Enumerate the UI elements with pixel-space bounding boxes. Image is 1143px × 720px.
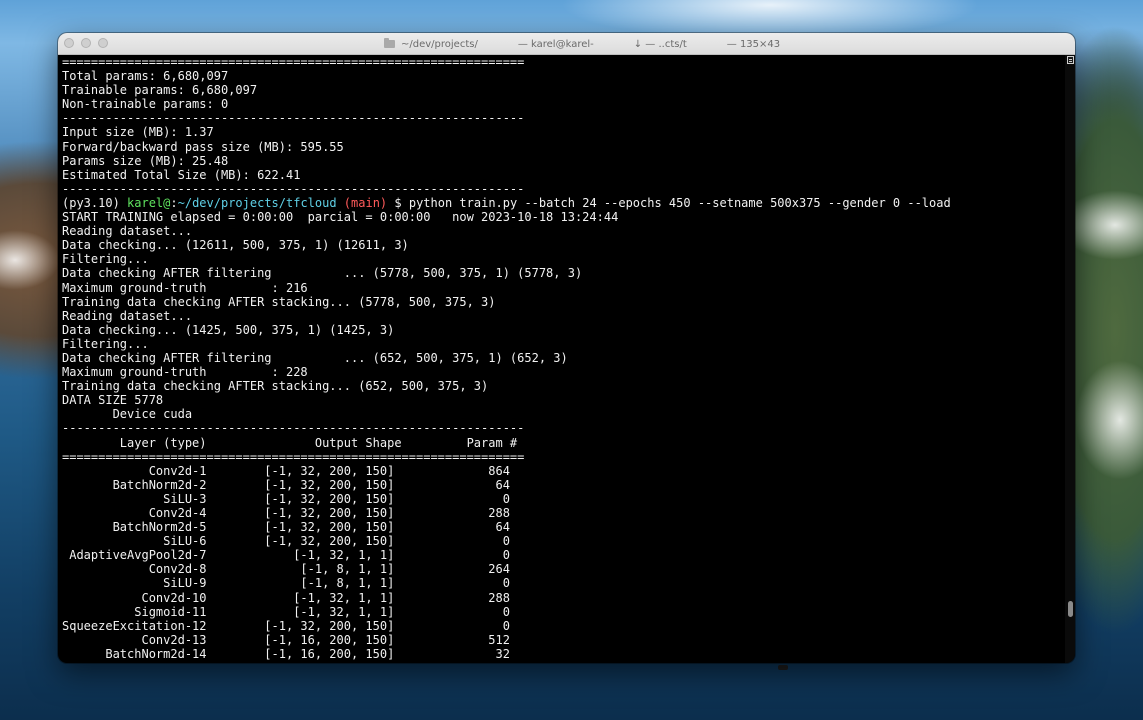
terminal-line: Layer (type) Output Shape Param #: [62, 435, 518, 450]
terminal-line: Filtering...: [62, 252, 149, 267]
prompt-branch: (main): [336, 195, 388, 210]
terminal-line: SiLU-6 [-1, 32, 200, 150] 0: [62, 534, 510, 549]
terminal-line: Trainable params: 6,680,097: [62, 83, 258, 98]
terminal-line: SqueezeExcitation-12 [-1, 32, 200, 150] …: [62, 618, 510, 633]
terminal-line: AdaptiveAvgPool2d-7 [-1, 32, 1, 1] 0: [62, 548, 510, 563]
terminal-line: BatchNorm2d-5 [-1, 32, 200, 150] 64: [62, 520, 510, 535]
desktop: { "window": { "title_dir": "~/dev/projec…: [0, 0, 1143, 720]
terminal-line: Data checking AFTER filtering ... (652, …: [62, 350, 568, 365]
terminal-line: ========================================…: [62, 449, 525, 464]
title-path: ↓ — ..cts/t: [633, 38, 687, 50]
terminal-line: Conv2d-13 [-1, 16, 200, 150] 512: [62, 632, 510, 647]
terminal-line: Conv2d-10 [-1, 32, 1, 1] 288: [62, 590, 510, 605]
terminal-line: Conv2d-1 [-1, 32, 200, 150] 864: [62, 463, 510, 478]
title-bar[interactable]: ~/dev/projects/ — karel@karel- ↓ — ..cts…: [58, 33, 1075, 55]
terminal-line: Data checking AFTER filtering ... (5778,…: [62, 266, 583, 281]
terminal-line: Maximum ground-truth : 216: [62, 280, 308, 295]
terminal-line: Forward/backward pass size (MB): 595.55: [62, 139, 344, 154]
terminal-line: BatchNorm2d-14 [-1, 16, 200, 150] 32: [62, 646, 510, 661]
minimize-button[interactable]: [81, 38, 91, 48]
close-button[interactable]: [64, 38, 74, 48]
terminal-line: Data checking... (1425, 500, 375, 1) (14…: [62, 322, 395, 337]
terminal-line: ----------------------------------------…: [62, 111, 525, 126]
title-user: — karel@karel-: [517, 38, 594, 50]
window-controls: [64, 38, 108, 48]
prompt-env: (py3.10): [62, 195, 128, 210]
terminal-line: Reading dataset...: [62, 308, 193, 323]
wallpaper-cloud: [1075, 360, 1143, 480]
menu-lines-icon[interactable]: [1067, 56, 1074, 64]
terminal-line: Estimated Total Size (MB): 622.41: [62, 167, 301, 182]
terminal-line: Conv2d-4 [-1, 32, 200, 150] 288: [62, 506, 510, 520]
terminal-line: SiLU-3 [-1, 32, 200, 150] 0: [62, 491, 510, 506]
vertical-scrollbar[interactable]: [1065, 55, 1075, 663]
folder-icon: [384, 38, 395, 48]
terminal-line: Training data checking AFTER stacking...…: [62, 379, 489, 394]
terminal-line: Params size (MB): 25.48: [62, 153, 229, 168]
title-size: — 135×43: [726, 38, 781, 50]
terminal-line: Sigmoid-11 [-1, 32, 1, 1] 0: [62, 604, 510, 619]
terminal-line: Conv2d-8 [-1, 8, 1, 1] 264: [62, 562, 510, 577]
terminal-line: Device cuda: [62, 407, 193, 422]
terminal-line: Maximum ground-truth : 228: [62, 365, 308, 380]
scroll-thumb[interactable]: [1068, 601, 1073, 617]
prompt-separator: :: [170, 195, 178, 210]
wallpaper-boat: [778, 665, 788, 670]
terminal-line: SiLU-9 [-1, 8, 1, 1] 0: [62, 576, 510, 591]
terminal-line: Filtering...: [62, 336, 149, 351]
terminal-line: BatchNorm2d-2 [-1, 32, 200, 150] 64: [62, 477, 510, 492]
terminal-line: Input size (MB): 1.37: [62, 125, 214, 140]
terminal-line: ----------------------------------------…: [62, 421, 525, 436]
terminal-window[interactable]: ~/dev/projects/ — karel@karel- ↓ — ..cts…: [58, 33, 1075, 663]
shell-prompt-line: (py3.10) karel@:~/dev/projects/tfcloud (…: [62, 196, 1065, 210]
wallpaper-cloud: [0, 230, 60, 290]
prompt-command: python train.py --batch 24 --epochs 450 …: [408, 195, 951, 210]
prompt-user: karel@: [127, 195, 171, 210]
title-directory: ~/dev/projects/: [401, 38, 478, 50]
terminal-line: DATA SIZE 5778: [62, 393, 164, 408]
terminal-line: Training data checking AFTER stacking...…: [62, 294, 496, 309]
training-output-block: START TRAINING elapsed = 0:00:00 parcial…: [62, 210, 1065, 661]
terminal-line: Non-trainable params: 0: [62, 97, 229, 112]
terminal-line: Total params: 6,680,097: [62, 69, 229, 84]
prompt-path: ~/dev/projects/tfcloud: [177, 195, 337, 210]
terminal-line: START TRAINING elapsed = 0:00:00 parcial…: [62, 210, 619, 225]
terminal-line: Reading dataset...: [62, 224, 193, 239]
summary-block: ========================================…: [62, 55, 1065, 196]
terminal-line: Data checking... (12611, 500, 375, 1) (1…: [62, 238, 409, 253]
terminal-line: ----------------------------------------…: [62, 181, 525, 196]
zoom-button[interactable]: [98, 38, 108, 48]
terminal-line: ========================================…: [62, 55, 525, 69]
terminal-output[interactable]: ========================================…: [58, 55, 1065, 663]
prompt-dollar: $: [387, 195, 409, 210]
window-title: ~/dev/projects/ — karel@karel- ↓ — ..cts…: [384, 37, 780, 51]
